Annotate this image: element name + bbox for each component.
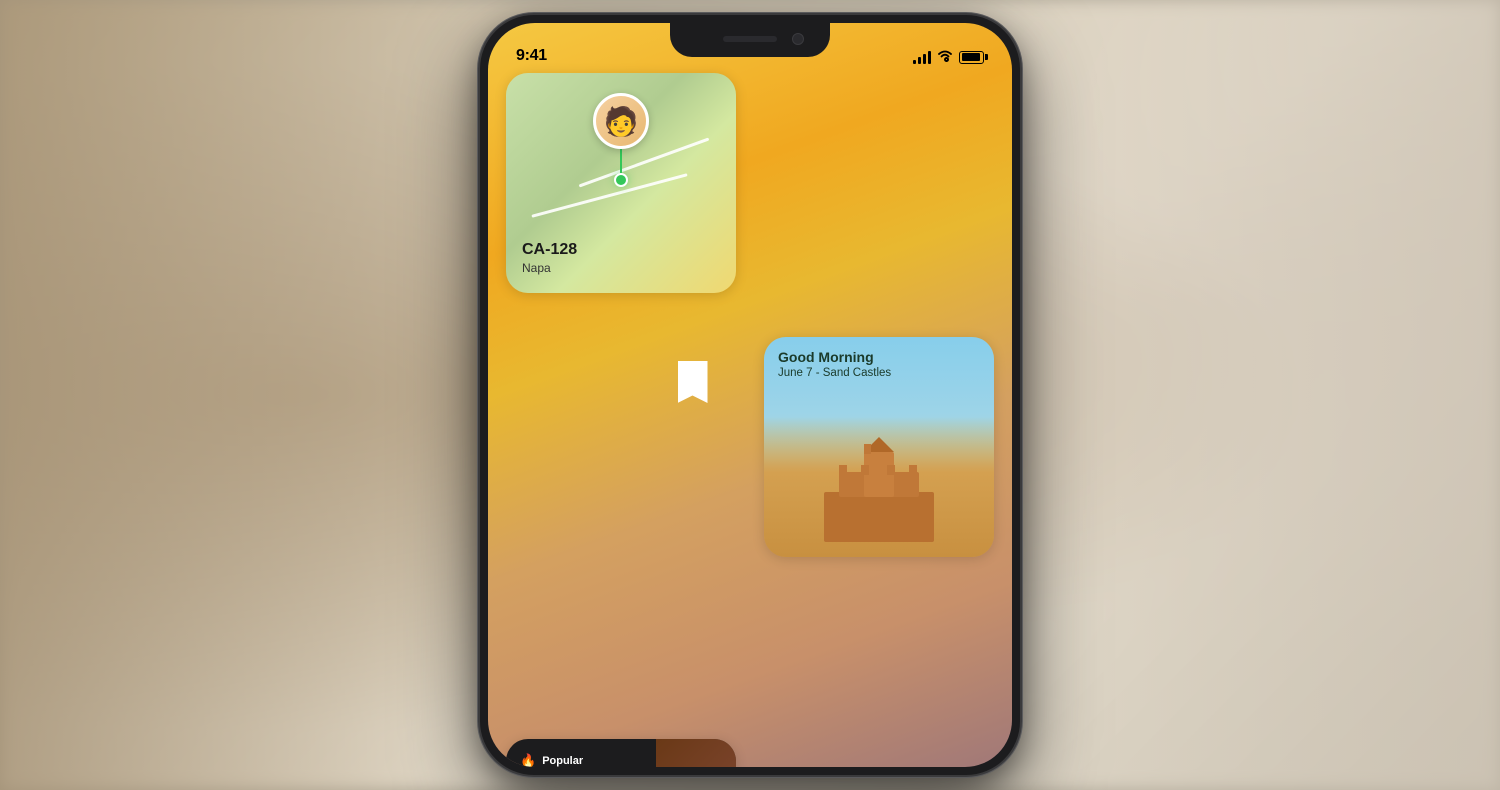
find-my-avatar: 🧑: [593, 93, 649, 149]
notch-speaker: [723, 36, 777, 42]
calm-date: June 7 - Sand Castles: [778, 367, 891, 379]
phone: 9:41: [480, 15, 1020, 775]
find-my-location-dot: [614, 173, 628, 187]
notch: [670, 23, 830, 57]
food-image: [656, 739, 736, 767]
calm-header: Good Morning June 7 - Sand Castles: [778, 349, 891, 379]
calm-widget[interactable]: Good Morning June 7 - Sand Castles: [764, 337, 994, 557]
find-my-info: CA-128 Napa: [522, 241, 577, 277]
find-my-pin-line: [620, 147, 622, 175]
battery-fill: [962, 53, 980, 61]
status-time: 9:41: [516, 47, 547, 65]
calm-castle: [814, 432, 944, 542]
flame-icon: 🔥: [520, 753, 536, 767]
signal-bar-4: [928, 51, 931, 64]
room-right: [1020, 0, 1500, 790]
find-my-route: CA-128: [522, 241, 577, 259]
battery-icon: [959, 51, 984, 64]
find-my-widget[interactable]: 🧑 CA-128 Napa Find My: [506, 73, 736, 293]
room-left: [0, 0, 480, 790]
calm-castle-svg: [814, 432, 944, 542]
find-my-city: Napa: [522, 261, 551, 275]
signal-bars-icon: [913, 50, 931, 64]
notch-camera: [792, 33, 804, 45]
signal-bar-1: [913, 60, 916, 64]
signal-bar-2: [918, 57, 921, 64]
status-icons: [913, 49, 984, 65]
popular-tag: Popular: [542, 755, 583, 767]
calm-greeting: Good Morning: [778, 349, 891, 365]
phone-screen: 9:41: [488, 23, 1012, 767]
popular-widget[interactable]: 🔥 Popular Starbelly ★★★★★ 1,927: [506, 739, 736, 767]
signal-bar-3: [923, 54, 926, 64]
wifi-icon: [937, 49, 953, 65]
